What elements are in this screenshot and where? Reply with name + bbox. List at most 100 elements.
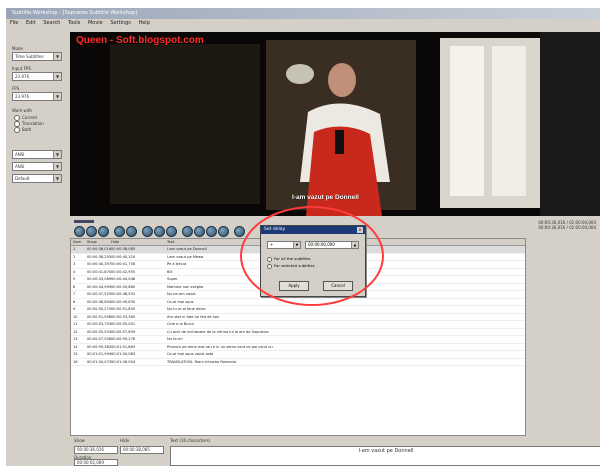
- cell-text: Super: [167, 277, 178, 281]
- cell-hide: 00:00:48,502: [111, 292, 136, 296]
- radio-translation-label: Translation: [22, 121, 44, 126]
- cell-hide: 00:00:53,385: [111, 314, 136, 319]
- col-text[interactable]: Text: [167, 240, 174, 244]
- table-row[interactable]: 10 00:00:51,958 00:00:53,385 Am stat in fat…: [71, 314, 525, 321]
- chevron-down-icon: ▼: [53, 93, 61, 100]
- cell-hide: 00:00:42,955: [111, 269, 136, 274]
- radio-both[interactable]: Both: [14, 127, 31, 133]
- input-fps-select[interactable]: 23.976 ▼: [12, 72, 62, 81]
- col-num[interactable]: Num: [73, 240, 81, 244]
- input-fps-value: 23.976: [15, 74, 29, 79]
- table-row[interactable]: 11 00:00:53,703 00:00:55,001 Cine e la Bucu…: [71, 321, 525, 329]
- col-show[interactable]: Show: [87, 240, 97, 244]
- mode-select[interactable]: Time Subtitles ▼: [12, 52, 62, 61]
- play-button[interactable]: [74, 226, 85, 237]
- watermark-text: Queen - Soft.blogspot.com: [76, 35, 204, 46]
- table-row[interactable]: 13 00:00:57,926 00:00:59,278 Nu te-mi: [71, 336, 525, 344]
- menu-search[interactable]: Search: [43, 20, 60, 26]
- cell-show: 00:00:41,870: [87, 269, 112, 274]
- cell-num: 1: [73, 247, 76, 251]
- cell-num: 8: [73, 299, 76, 304]
- left-panel: Mode Time Subtitles ▼ Input FPS 23.976 ▼ F…: [8, 32, 66, 212]
- cell-num: 5: [73, 277, 76, 281]
- window-title: Subtitle Workshop - [Sopranos Subtitle W…: [12, 10, 137, 16]
- cell-num: 12: [73, 329, 78, 334]
- hide-label: Hide: [120, 438, 130, 443]
- cell-show: 00:00:55,503: [87, 329, 112, 334]
- cell-text: Nu te-mi: [167, 337, 183, 341]
- set-hide-button[interactable]: [182, 226, 193, 237]
- cell-show: 00:00:53,703: [87, 322, 112, 326]
- menu-tools[interactable]: Tools: [68, 20, 80, 26]
- rewind-button[interactable]: [114, 226, 125, 237]
- chevron-down-icon: ▼: [53, 73, 61, 80]
- cell-num: 6: [73, 284, 76, 289]
- cell-hide: 00:00:49,630: [111, 299, 136, 304]
- table-row[interactable]: 15 00:01:01,994 00:01:04,083 Ce-ai mai spus…: [71, 351, 525, 359]
- radio-current-label: Current: [22, 115, 38, 120]
- chevron-down-icon: ▼: [53, 53, 61, 60]
- stop-button[interactable]: [98, 226, 109, 237]
- video-frame: [70, 32, 600, 216]
- duration-input[interactable]: 00:00:02,069: [74, 459, 118, 466]
- charset-value-2: ANSI: [15, 164, 25, 169]
- subtitle-text-input[interactable]: I-am vazut pe Donnell: [170, 446, 600, 466]
- zoom-button[interactable]: [234, 226, 245, 237]
- col-hide[interactable]: Hide: [111, 240, 119, 244]
- annotation-circle: [240, 206, 384, 306]
- start-sync-button[interactable]: [194, 226, 205, 237]
- title-bar: Subtitle Workshop - [Sopranos Subtitle W…: [6, 8, 600, 19]
- table-row[interactable]: 14 00:00:59,362 00:01:01,863 Pronunt pe min…: [71, 344, 525, 351]
- fps-select[interactable]: 23.976 ▼: [12, 92, 62, 101]
- charset-select-1[interactable]: ANSI ▼: [12, 150, 62, 159]
- cell-show: 00:00:59,362: [87, 344, 112, 349]
- time-line-2: 00:00:36,016 / 01:00:04,004: [538, 225, 596, 230]
- cell-hide: 00:00:44,048: [111, 277, 136, 281]
- cell-text: TRANSLATION: Team Intrarea Romania: [167, 359, 237, 364]
- forward-button[interactable]: [126, 226, 137, 237]
- end-sync-button[interactable]: [206, 226, 217, 237]
- seek-slider[interactable]: [74, 220, 94, 223]
- cell-hide: 00:00:55,001: [111, 322, 136, 326]
- menu-help[interactable]: Help: [138, 20, 149, 26]
- chevron-down-icon: ▼: [53, 151, 61, 158]
- charset-value-1: ANSI: [15, 152, 25, 157]
- cell-num: 10: [73, 314, 78, 319]
- menu-settings[interactable]: Settings: [110, 20, 131, 26]
- cell-num: 16: [73, 359, 78, 364]
- menu-file[interactable]: File: [10, 20, 18, 26]
- cell-num: 7: [73, 292, 76, 296]
- cell-text: Ce-ai mai spus vazut asta: [167, 352, 214, 356]
- charset-select-3[interactable]: Default ▼: [12, 174, 62, 183]
- radio-icon: [14, 127, 20, 133]
- video-preview[interactable]: Queen - Soft.blogspot.com I-am vazut pe …: [70, 32, 600, 216]
- cell-text: Pronunt pe mine mai rau e in un semn con…: [167, 344, 273, 349]
- cell-text: Nu tu m-ai bine deloc: [167, 307, 206, 311]
- fps-value: 23.976: [15, 94, 29, 99]
- cell-text: Mamma non sveglia: [167, 284, 204, 289]
- table-row[interactable]: 9 00:00:50,275 00:00:51,850 Nu tu m-ai bine…: [71, 306, 525, 314]
- add-subtitle-button[interactable]: [218, 226, 229, 237]
- pause-button[interactable]: [86, 226, 97, 237]
- show-time-input[interactable]: 00:00:36,016: [74, 446, 118, 454]
- mode-value: Time Subtitles: [15, 54, 44, 59]
- next-subtitle-button[interactable]: [154, 226, 165, 237]
- hide-time-input[interactable]: 00:00:38,085: [120, 446, 164, 454]
- cell-show: 00:01:01,994: [87, 352, 112, 356]
- cell-hide: 00:00:57,859: [111, 329, 136, 334]
- cell-hide: 00:00:59,278: [111, 337, 136, 341]
- prev-subtitle-button[interactable]: [142, 226, 153, 237]
- cell-num: 9: [73, 307, 76, 311]
- table-row[interactable]: 16 00:01:04,073 00:01:06,004 TRANSLATION: T…: [71, 359, 525, 366]
- charset-select-2[interactable]: ANSI ▼: [12, 162, 62, 171]
- subtitle-overlay: I-am vazut pe Donnell: [292, 194, 359, 201]
- cell-show: 00:00:36,016: [87, 247, 112, 251]
- menu-edit[interactable]: Edit: [26, 20, 36, 26]
- set-show-button[interactable]: [166, 226, 177, 237]
- cell-show: 00:00:48,854: [87, 299, 112, 304]
- table-row[interactable]: 12 00:00:55,503 00:00:57,859 Cu ochi de inc…: [71, 329, 525, 336]
- menu-movie[interactable]: Movie: [88, 20, 103, 26]
- cell-hide: 00:00:38,085: [111, 247, 136, 251]
- cell-hide: 00:01:01,863: [111, 344, 136, 349]
- chevron-down-icon: ▼: [53, 175, 61, 182]
